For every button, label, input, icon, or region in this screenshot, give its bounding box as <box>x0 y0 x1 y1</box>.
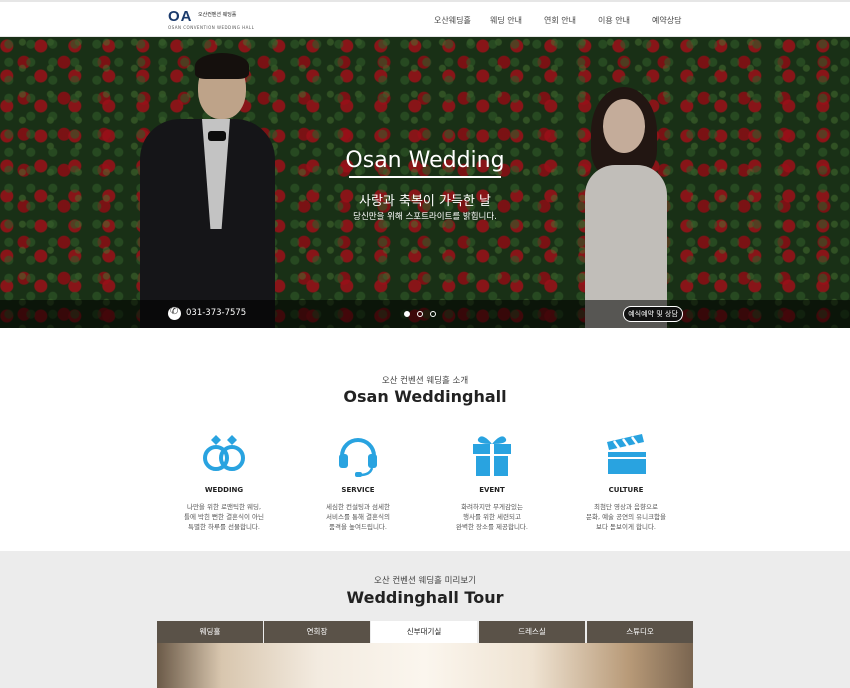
gift-icon <box>468 430 516 478</box>
clapperboard-icon <box>602 430 650 478</box>
hero-title-underline <box>349 176 501 178</box>
feature-name: WEDDING <box>204 486 244 494</box>
logo-english-text: OSAN CONVENTION WEDDING HALL <box>168 25 255 30</box>
feature-description: 최첨단 영상과 음향으로 문화, 예술 공연의 유니크함을 보다 돋보이게 합니… <box>585 503 667 531</box>
hero-slider: Osan Wedding 사랑과 축복이 가득한 날 당신만을 위해 스포트라이… <box>0 37 850 328</box>
nav-item-wedding-info[interactable]: 웨딩 안내 <box>490 15 522 26</box>
tab-banquet[interactable]: 연회장 <box>264 621 370 643</box>
slider-dot-2[interactable] <box>417 311 423 317</box>
rings-icon <box>200 430 248 478</box>
tab-weddinghall[interactable]: 웨딩홀 <box>157 621 263 643</box>
tab-dress-room[interactable]: 드레스실 <box>479 621 585 643</box>
site-header: OA 오산컨벤션 웨딩홀 OSAN CONVENTION WEDDING HAL… <box>0 0 850 37</box>
intro-title: Osan Weddinghall <box>343 387 507 406</box>
hero-tagline: 당신만을 위해 스포트라이트를 밝힙니다. <box>353 212 497 222</box>
tab-studio[interactable]: 스튜디오 <box>587 621 693 643</box>
tour-section: 오산 컨벤션 웨딩홀 미리보기 Weddinghall Tour 웨딩홀 연회장… <box>0 551 850 688</box>
feature-service: SERVICE 세심한 컨설팅과 섬세한 서비스를 통해 결혼식의 품격을 높여… <box>290 430 426 532</box>
tour-title: Weddinghall Tour <box>346 588 504 607</box>
slider-dot-1[interactable] <box>404 311 410 317</box>
headset-icon <box>334 430 382 478</box>
nav-item-osan-weddinghall[interactable]: 오산웨딩홀 <box>434 15 471 26</box>
feature-wedding: WEDDING 나만을 위한 로맨틱한 웨딩, 틀에 박힌 뻔한 결혼식이 아닌… <box>156 430 292 532</box>
feature-name: SERVICE <box>341 486 375 494</box>
slider-dot-3[interactable] <box>430 311 436 317</box>
reservation-button[interactable]: 예식예약 및 상담 <box>623 306 683 322</box>
hero-subtitle: 사랑과 축복이 가득한 날 <box>359 194 491 209</box>
feature-description: 화려하지만 무게감있는 행사를 위한 세련되고 완벽한 장소를 제공합니다. <box>456 503 528 531</box>
nav-item-reservation[interactable]: 예약상담 <box>652 15 681 26</box>
hero-title: Osan Wedding <box>345 148 505 173</box>
feature-culture: CULTURE 최첨단 영상과 음향으로 문화, 예술 공연의 유니크함을 보다… <box>558 430 694 532</box>
feature-description: 세심한 컨설팅과 섬세한 서비스를 통해 결혼식의 품격을 높여드립니다. <box>326 503 390 531</box>
feature-description: 나만을 위한 로맨틱한 웨딩, 틀에 박힌 뻔한 결혼식이 아닌 특별한 하루를… <box>183 503 265 531</box>
feature-name: CULTURE <box>608 486 644 494</box>
tour-tabs: 웨딩홀 연회장 신부대기실 드레스실 스튜디오 <box>157 621 693 643</box>
hero-info-bar: 031-373-7575 예식예약 및 상담 <box>0 300 850 328</box>
logo-mark: OA <box>168 8 193 25</box>
feature-name: EVENT <box>479 486 505 494</box>
tab-bridal-room[interactable]: 신부대기실 <box>371 621 477 643</box>
nav-item-usage-info[interactable]: 이용 안내 <box>598 15 630 26</box>
logo-korean-text: 오산컨벤션 웨딩홀 <box>198 12 237 18</box>
site-logo[interactable]: OA 오산컨벤션 웨딩홀 OSAN CONVENTION WEDDING HAL… <box>168 8 254 32</box>
tour-subtitle: 오산 컨벤션 웨딩홀 미리보기 <box>374 576 476 586</box>
phone-icon <box>168 306 181 320</box>
intro-subtitle: 오산 컨벤션 웨딩홀 소개 <box>381 376 469 386</box>
nav-item-banquet-info[interactable]: 연회 안내 <box>544 15 576 26</box>
tour-preview-photo <box>157 643 693 688</box>
phone-number[interactable]: 031-373-7575 <box>186 308 246 318</box>
feature-event: EVENT 화려하지만 무게감있는 행사를 위한 세련되고 완벽한 장소를 제공… <box>424 430 560 532</box>
